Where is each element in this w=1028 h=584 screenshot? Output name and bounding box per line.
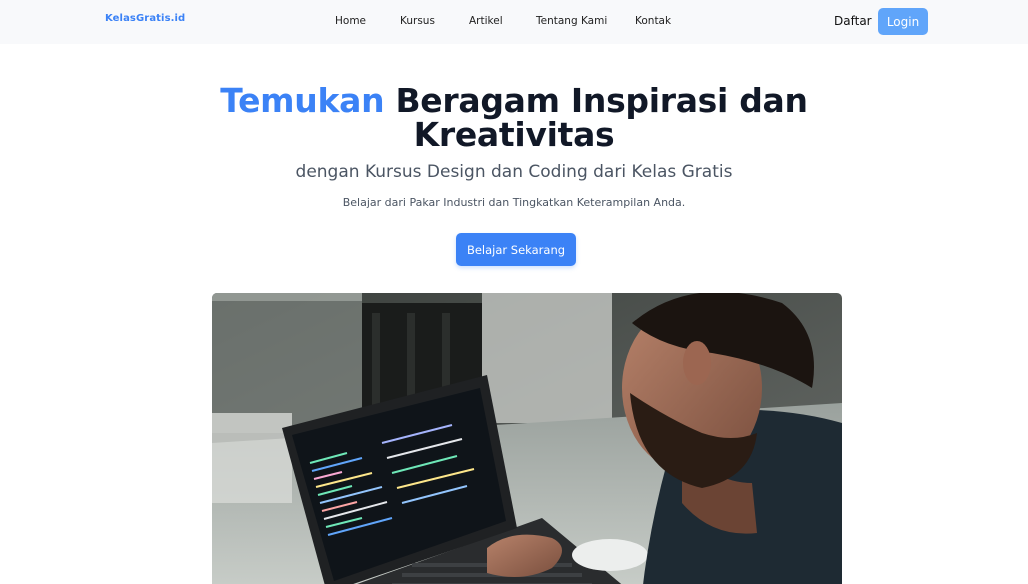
- daftar-link[interactable]: Daftar: [834, 14, 872, 28]
- nav-link-kontak[interactable]: Kontak: [635, 15, 671, 27]
- main-nav: Home Kursus Artikel Tentang Kami Kontak: [0, 0, 1028, 44]
- nav-link-kursus[interactable]: Kursus: [400, 15, 435, 27]
- belajar-sekarang-button[interactable]: Belajar Sekarang: [456, 233, 576, 266]
- hero-image: [212, 293, 842, 584]
- hero-title: Temukan Beragam Inspirasi dan Kreativita…: [0, 84, 1028, 152]
- nav-link-home[interactable]: Home: [335, 15, 366, 27]
- hero-description: Belajar dari Pakar Industri dan Tingkatk…: [342, 196, 686, 209]
- hero-title-line2: Kreativitas: [413, 115, 615, 154]
- hero-subtitle: dengan Kursus Design dan Coding dari Kel…: [295, 162, 733, 182]
- login-button[interactable]: Login: [878, 8, 928, 35]
- nav-link-tentang-kami[interactable]: Tentang Kami: [536, 15, 607, 27]
- nav-link-artikel[interactable]: Artikel: [469, 15, 503, 27]
- navbar: KelasGratis.id Home Kursus Artikel Tenta…: [0, 0, 1028, 44]
- hero-title-accent: Temukan: [220, 81, 385, 120]
